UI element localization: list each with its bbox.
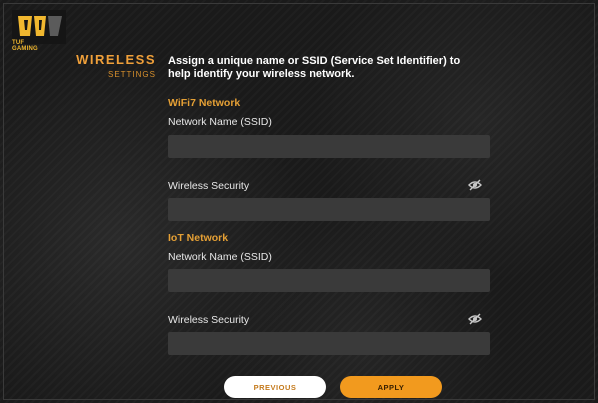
eye-slash-icon[interactable] xyxy=(468,179,482,191)
wifi7-security-label: Wireless Security xyxy=(168,180,250,192)
previous-button[interactable]: PREVIOUS xyxy=(224,376,326,398)
iot-security-input[interactable] xyxy=(168,332,490,355)
logo-text: TUF GAMING xyxy=(12,40,38,52)
eye-slash-icon[interactable] xyxy=(468,313,482,325)
wifi7-ssid-input[interactable] xyxy=(168,135,490,158)
wifi7-section-title: WiFi7 Network xyxy=(168,97,241,109)
wifi7-security-input[interactable] xyxy=(168,198,490,221)
iot-ssid-input[interactable] xyxy=(168,269,490,292)
iot-section-title: IoT Network xyxy=(168,232,229,244)
apply-button[interactable]: APPLY xyxy=(340,376,442,398)
page-description: Assign a unique name or SSID (Service Se… xyxy=(168,55,461,80)
wifi7-ssid-label: Network Name (SSID) xyxy=(168,116,272,128)
iot-security-label: Wireless Security xyxy=(168,314,250,326)
iot-ssid-label: Network Name (SSID) xyxy=(168,251,272,263)
sidebar-title: WIRELESS xyxy=(76,52,156,67)
sidebar-subtitle: SETTINGS xyxy=(107,70,156,79)
